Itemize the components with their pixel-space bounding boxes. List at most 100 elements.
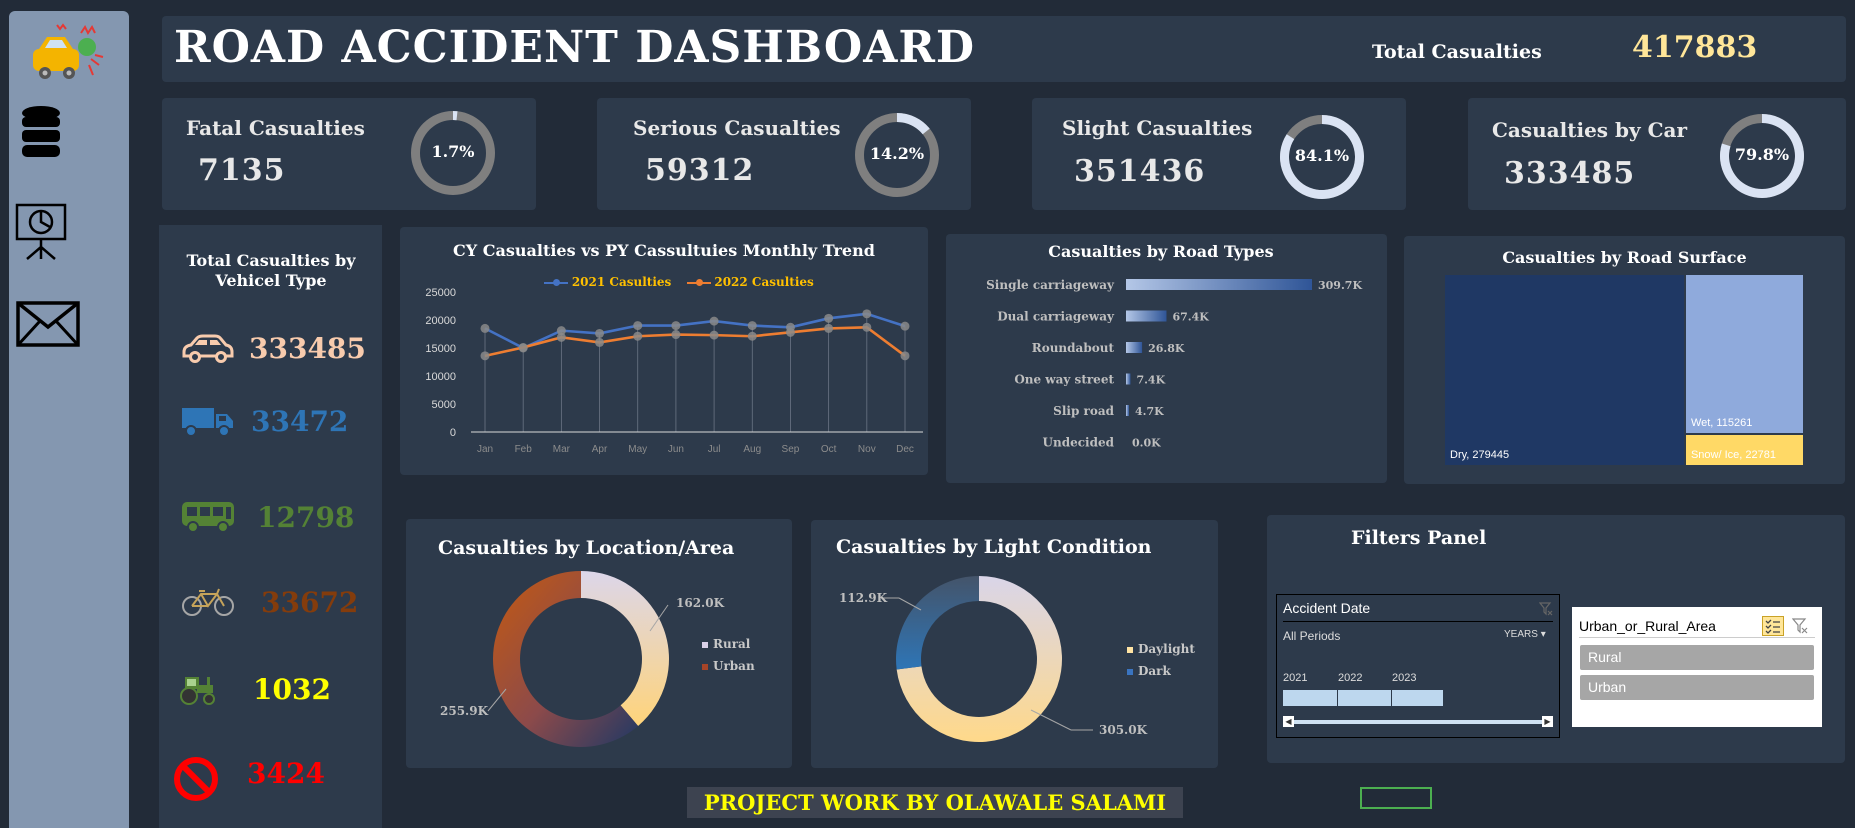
y-tick-label: 0	[450, 427, 456, 439]
light-condition-chart: Casualties by Light Condition 305.0K 112.…	[811, 520, 1218, 768]
x-tick-label: Aug	[743, 444, 761, 455]
kpi-percent: 79.8%	[1734, 145, 1790, 164]
data-label: 305.0K	[1099, 723, 1148, 737]
slice-rural	[581, 571, 669, 726]
legend-label: Urban	[713, 659, 755, 673]
vehicle-value-car: 333485	[249, 332, 366, 365]
clear-filter-icon[interactable]	[1791, 618, 1808, 638]
footer-credit: PROJECT WORK BY OLAWALE SALAMI	[687, 787, 1183, 818]
date-slicer: Accident Date All Periods YEARS ▾ 2021 2…	[1276, 594, 1560, 738]
slicer-option-rural[interactable]: Rural	[1580, 645, 1814, 670]
legend-item-urban: Urban	[702, 655, 755, 677]
page-title: ROAD ACCIDENT DASHBOARD	[174, 22, 976, 73]
treemap-tile: Wet, 115261	[1684, 274, 1804, 435]
time-level-label: YEARS	[1504, 629, 1538, 640]
date-slicer-header: Accident Date	[1283, 600, 1371, 616]
kpi-label: Casualties by Car	[1492, 118, 1687, 142]
kpi-value: 351436	[1074, 154, 1206, 189]
y-tick-label: 15000	[425, 343, 456, 355]
vehicle-value-bicycle: 33672	[261, 586, 359, 619]
data-point	[709, 330, 719, 340]
x-tick-label: Nov	[858, 444, 876, 455]
kpi-value: 59312	[645, 153, 755, 188]
chart-title: Casualties by Road Surface	[1502, 248, 1747, 267]
filters-panel: Filters Panel Accident Date All Periods …	[1267, 515, 1845, 763]
vehicle-panel-title: Total Casualties by Vehicel Type	[186, 251, 356, 290]
data-point	[671, 321, 681, 331]
slicer-option-urban[interactable]: Urban	[1580, 675, 1814, 700]
scroll-left-button[interactable]: ◀	[1283, 716, 1294, 727]
presentation-icon[interactable]	[15, 203, 67, 261]
data-point	[556, 332, 566, 342]
kpi-label: Slight Casualties	[1062, 116, 1253, 140]
total-casualties-label: Total Casualties	[1372, 41, 1542, 63]
timeline-divider	[1391, 690, 1392, 706]
multi-select-icon[interactable]	[1762, 616, 1784, 636]
category-label: Undecided	[1043, 436, 1115, 450]
scroll-right-button[interactable]: ▶	[1542, 716, 1553, 727]
car-crash-icon[interactable]	[29, 19, 105, 89]
chart-legend: Daylight Dark	[1127, 638, 1195, 682]
treemap-tile: Snow/ Ice, 22781	[1684, 434, 1804, 466]
treemap-plot: Dry, 279445 Wet, 115261 Snow/ Ice, 22781	[1444, 274, 1804, 466]
road-surface-chart: Casualties by Road Surface Dry, 279445 We…	[1404, 236, 1845, 484]
x-tick-label: Oct	[821, 444, 837, 455]
kpi-value: 333485	[1504, 156, 1636, 191]
vehicle-value-truck: 33472	[251, 405, 349, 438]
chevron-down-icon: ▾	[1540, 629, 1546, 640]
chart-legend: Rural Urban	[702, 633, 755, 677]
x-tick-label: Dec	[896, 444, 914, 455]
timeline-scrollbar[interactable]	[1294, 720, 1542, 724]
data-point	[709, 316, 719, 326]
kpi-card-car: Casualties by Car 333485 79.8%	[1468, 98, 1846, 210]
vehicle-value-bus: 12798	[257, 501, 355, 534]
bicycle-icon	[181, 587, 235, 621]
data-label: 309.7K	[1318, 279, 1362, 292]
y-tick-label: 5000	[432, 399, 456, 411]
data-point	[824, 313, 834, 323]
treemap-label: Dry, 279445	[1450, 449, 1510, 461]
bar	[1126, 310, 1167, 322]
data-label: 26.8K	[1148, 342, 1185, 355]
timeline-bar[interactable]	[1283, 690, 1443, 706]
data-label: 255.9K	[440, 704, 489, 718]
x-tick-label: Apr	[592, 444, 608, 455]
monthly-trend-chart: CY Casualties vs PY Cassultuies Monthly …	[400, 227, 928, 475]
legend-item-rural: Rural	[702, 633, 755, 655]
series-line	[484, 325, 906, 358]
data-point	[900, 351, 910, 361]
y-tick-label: 10000	[425, 371, 456, 383]
data-label: 7.4K	[1136, 374, 1165, 387]
mail-icon[interactable]	[16, 301, 80, 347]
divider	[1283, 621, 1553, 622]
category-label: Slip road	[1053, 404, 1114, 418]
x-tick-label: Jan	[477, 444, 493, 455]
x-tick-label: Feb	[515, 444, 533, 455]
y-tick-label: 20000	[425, 315, 456, 327]
kpi-card-fatal: Fatal Casualties 7135 1.7%	[162, 98, 536, 210]
category-label: Roundabout	[1032, 341, 1115, 355]
data-point	[824, 323, 834, 333]
area-slicer-header: Urban_or_Rural_Area	[1579, 618, 1716, 634]
kpi-card-serious: Serious Casualties 59312 14.2%	[597, 98, 971, 210]
data-label: 162.0K	[676, 596, 725, 610]
data-point	[900, 321, 910, 331]
x-tick-label: Mar	[553, 444, 571, 455]
x-tick-label: May	[628, 444, 647, 455]
database-icon[interactable]	[20, 105, 62, 161]
x-tick-label: Jul	[708, 444, 721, 455]
clear-filter-icon[interactable]	[1538, 601, 1553, 620]
kpi-percent: 84.1%	[1294, 146, 1350, 165]
kpi-percent: 1.7%	[431, 142, 475, 161]
bar	[1126, 342, 1143, 353]
total-casualties-value: 417883	[1632, 30, 1758, 65]
selected-cell[interactable]	[1360, 787, 1432, 809]
data-label: 4.7K	[1135, 405, 1164, 418]
vehicle-value-other: 3424	[247, 757, 325, 790]
x-tick-label: Sep	[782, 444, 800, 455]
treemap-label: Wet, 115261	[1690, 417, 1753, 430]
data-point	[595, 328, 605, 338]
time-level-dropdown[interactable]: YEARS ▾	[1504, 629, 1546, 640]
timeline-year-2021: 2021	[1283, 672, 1308, 684]
data-point	[480, 323, 490, 333]
